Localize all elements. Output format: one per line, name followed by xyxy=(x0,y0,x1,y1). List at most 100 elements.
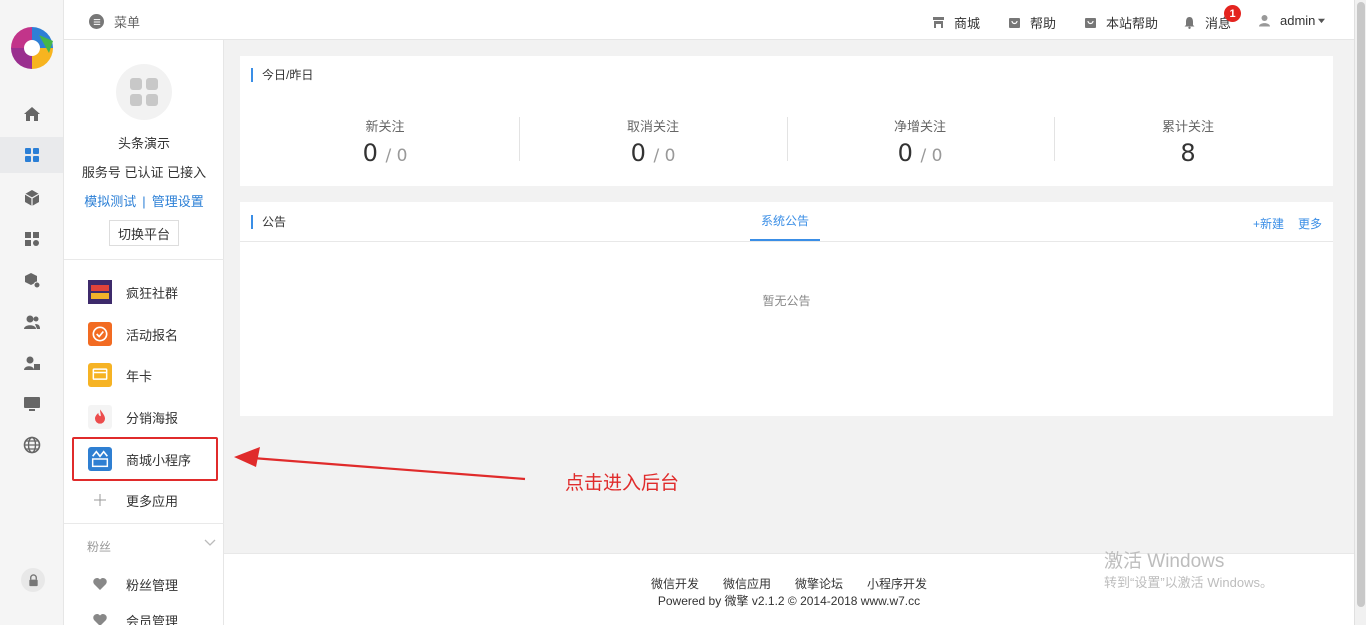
stat-yesterday: / 0 xyxy=(920,146,943,166)
bell-icon xyxy=(1184,17,1195,29)
user-lock-icon[interactable] xyxy=(22,353,42,373)
simulate-test-link[interactable]: 模拟测试 xyxy=(84,194,136,209)
app-item-label: 活动报名 xyxy=(126,327,179,343)
fans-section-label: 粉丝 xyxy=(87,540,112,554)
manage-settings-link[interactable]: 管理设置 xyxy=(152,194,204,209)
stat-label: 净增关注 xyxy=(893,119,946,134)
stat-divider xyxy=(1054,117,1055,161)
app-item-label: 年卡 xyxy=(126,368,153,384)
stat-label: 新关注 xyxy=(365,119,405,134)
app-item-label: 更多应用 xyxy=(126,493,179,509)
apps-grid-icon[interactable] xyxy=(0,137,63,173)
chevron-down-icon[interactable] xyxy=(204,536,216,548)
stat-today: 8 xyxy=(1180,139,1196,167)
stat-value: 8 xyxy=(1123,139,1253,167)
stat-today: 0 xyxy=(630,139,646,167)
footer-link-miniprogram-dev[interactable]: 小程序开发 xyxy=(867,577,927,591)
stat-value: 0 / 0 xyxy=(855,139,985,167)
home-icon[interactable] xyxy=(22,104,42,124)
sidebar-item-label: 会员管理 xyxy=(126,613,179,625)
footer-link-forum[interactable]: 微擎论坛 xyxy=(795,577,843,591)
annotation-arrow-icon xyxy=(234,447,526,481)
icon-rail xyxy=(0,0,64,625)
logo-icon[interactable] xyxy=(9,25,55,71)
link-separator: | xyxy=(142,194,146,209)
app-item-activity-signup[interactable]: 活动报名 xyxy=(88,321,178,347)
topbar-help[interactable]: 帮助 xyxy=(1008,13,1056,32)
menu-icon xyxy=(89,14,104,29)
box-settings-icon[interactable] xyxy=(22,270,42,290)
highlight-box xyxy=(72,437,218,481)
switch-platform-button[interactable]: 切换平台 xyxy=(109,220,179,246)
activity-signup-icon xyxy=(88,322,112,346)
globe-icon[interactable] xyxy=(22,435,42,455)
menu-label: 菜单 xyxy=(114,15,141,30)
app-item-more-apps[interactable]: 更多应用 xyxy=(88,487,178,513)
windows-activation-title: 激活 Windows xyxy=(1104,551,1225,572)
distribution-poster-icon xyxy=(88,405,112,429)
notice-panel: 公告 系统公告 +新建 更多 暂无公告 xyxy=(240,202,1333,416)
sidebar-divider xyxy=(64,259,224,260)
monitor-icon[interactable] xyxy=(22,394,42,414)
heart-icon xyxy=(88,608,112,625)
stat-value: 0 / 0 xyxy=(320,139,450,167)
app-item-crazy-community[interactable]: 疯狂社群 xyxy=(88,279,178,305)
sidebar-item-fans-manage[interactable]: 粉丝管理 xyxy=(88,571,178,597)
footer-link-wechat-dev[interactable]: 微信开发 xyxy=(651,577,699,591)
account-status: 服务号 已认证 已接入 xyxy=(81,165,207,180)
stat-divider xyxy=(519,117,520,161)
page-scrollbar[interactable] xyxy=(1354,0,1366,625)
plus-icon xyxy=(88,488,112,512)
footer-link-wechat-apps[interactable]: 微信应用 xyxy=(723,577,771,591)
topbar-site-help[interactable]: 本站帮助 xyxy=(1084,13,1158,32)
crazy-community-icon xyxy=(88,280,112,304)
app-item-distribution-poster[interactable]: 分销海报 xyxy=(88,404,178,430)
cube-icon[interactable] xyxy=(22,188,42,208)
message-badge: 1 xyxy=(1224,5,1241,22)
scrollbar-thumb[interactable] xyxy=(1357,2,1365,607)
user-icon xyxy=(1259,15,1270,27)
stat-label: 累计关注 xyxy=(1161,119,1214,134)
lock-icon[interactable] xyxy=(21,568,45,592)
tab-system-notice[interactable]: 系统公告 xyxy=(750,202,820,241)
users-icon[interactable] xyxy=(22,312,42,332)
annotation-text: 点击进入后台 xyxy=(565,473,680,494)
heart-icon xyxy=(88,572,112,596)
sidebar-item-label: 粉丝管理 xyxy=(126,577,179,593)
stat-value: 0 / 0 xyxy=(588,139,718,167)
stat-yesterday: / 0 xyxy=(653,146,676,166)
caret-down-icon xyxy=(1318,18,1326,24)
windows-activation-subtitle: 转到“设置”以激活 Windows。 xyxy=(1104,575,1274,590)
sidebar-item-member-manage[interactable]: 会员管理 xyxy=(88,607,178,625)
new-notice-link[interactable]: +新建 xyxy=(1253,217,1284,231)
more-notice-link[interactable]: 更多 xyxy=(1298,217,1322,231)
sidebar-divider xyxy=(64,523,224,524)
notice-panel-title: 公告 xyxy=(251,215,286,229)
empty-notice-text: 暂无公告 xyxy=(762,294,811,308)
app-item-label: 疯狂社群 xyxy=(126,285,179,301)
site-help-icon xyxy=(1085,18,1096,28)
stat-net-follow: 净增关注 0 / 0 xyxy=(855,116,985,167)
menu-toggle[interactable]: 菜单 xyxy=(89,12,140,31)
topbar-site-help-label: 本站帮助 xyxy=(1106,16,1159,31)
stat-new-follow: 新关注 0 / 0 xyxy=(320,116,450,167)
apps-settings-icon[interactable] xyxy=(22,229,42,249)
app-sidebar: 头条演示 服务号 已认证 已接入 模拟测试 | 管理设置 切换平台 疯狂社群 活动报… xyxy=(64,0,224,625)
stats-panel-title: 今日/昨日 xyxy=(251,68,313,82)
app-item-label: 分销海报 xyxy=(126,410,179,426)
topbar-store[interactable]: 商城 xyxy=(932,13,980,32)
help-bag-icon xyxy=(1009,18,1020,28)
account-avatar xyxy=(116,64,172,120)
stat-label: 取消关注 xyxy=(626,119,679,134)
topbar-store-label: 商城 xyxy=(954,16,981,31)
user-menu[interactable]: admin xyxy=(1258,13,1326,28)
account-links: 模拟测试 | 管理设置 xyxy=(64,191,224,210)
stat-today: 0 xyxy=(897,139,913,167)
topbar: 菜单 商城 帮助 本站帮助 消息 admin xyxy=(64,0,1354,40)
stat-yesterday: / 0 xyxy=(385,146,408,166)
stat-divider xyxy=(787,117,788,161)
stat-unfollow: 取消关注 0 / 0 xyxy=(588,116,718,167)
store-icon xyxy=(933,17,944,28)
user-name: admin xyxy=(1280,13,1316,28)
app-item-annual-card[interactable]: 年卡 xyxy=(88,362,152,388)
